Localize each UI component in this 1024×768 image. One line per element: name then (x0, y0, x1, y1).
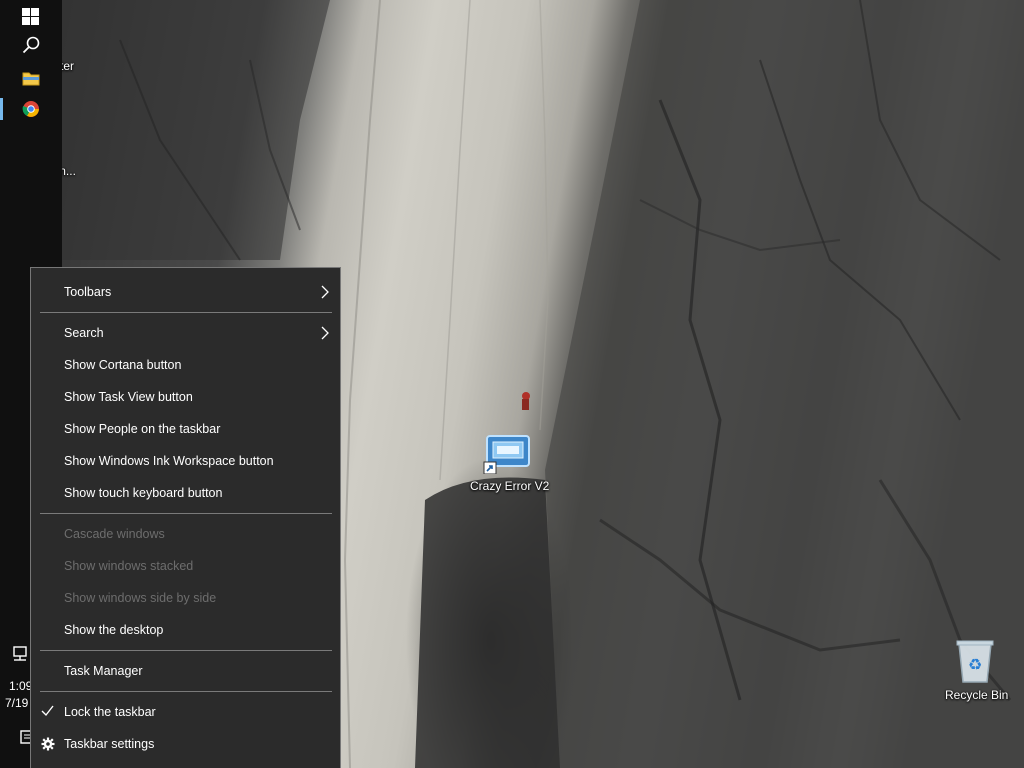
menu-separator (40, 312, 332, 313)
clock-date[interactable]: 7/19 (5, 696, 28, 710)
menu-separator (40, 513, 332, 514)
menu-item-label: Show touch keyboard button (64, 486, 223, 500)
menu-item-label: Search (64, 326, 104, 340)
menu-item-label: Toolbars (64, 285, 112, 299)
menu-separator (40, 650, 332, 651)
menu-item-windows-stacked: Show windows stacked (31, 551, 340, 581)
menu-item-label: Show windows stacked (64, 559, 194, 573)
menu-item-label: Show windows side by side (64, 591, 217, 605)
clock-time[interactable]: 1:09 (9, 679, 32, 693)
menu-item-search[interactable]: Search (31, 318, 340, 348)
chevron-right-icon (321, 326, 329, 340)
start-button[interactable] (0, 0, 62, 32)
menu-item-label: Show Task View button (64, 390, 193, 404)
menu-item-cascade-windows: Cascade windows (31, 519, 340, 549)
crazy-error-label[interactable]: Crazy Error V2 (470, 479, 549, 493)
menu-item-label: Show Windows Ink Workspace button (64, 454, 274, 468)
search-button[interactable] (0, 29, 62, 61)
checkmark-icon (41, 705, 54, 717)
menu-separator (40, 691, 332, 692)
menu-item-label: Lock the taskbar (64, 705, 156, 719)
windows-logo-icon (22, 7, 39, 25)
menu-item-label: Show the desktop (64, 623, 164, 637)
recycle-bin-icon[interactable]: ♻ (956, 638, 994, 689)
chevron-right-icon (321, 285, 329, 299)
menu-item-label: Cascade windows (64, 527, 165, 541)
menu-item-windows-side-by-side: Show windows side by side (31, 583, 340, 613)
menu-item-lock-taskbar[interactable]: Lock the taskbar (31, 697, 340, 727)
taskbar-context-menu: Toolbars Search Show Cortana button Show… (30, 267, 341, 768)
menu-item-label: Show People on the taskbar (64, 422, 221, 436)
network-icon (13, 646, 27, 661)
folder-icon (22, 72, 40, 86)
crazy-error-icon-glyph (483, 435, 530, 475)
recycle-bin-icon-glyph: ♻ (956, 640, 994, 683)
menu-item-task-manager[interactable]: Task Manager (31, 656, 340, 686)
menu-item-toolbars[interactable]: Toolbars (31, 277, 340, 307)
menu-item-label: Taskbar settings (64, 737, 155, 751)
recycle-bin-label[interactable]: Recycle Bin (945, 688, 1008, 702)
menu-item-taskbar-settings[interactable]: Taskbar settings (31, 729, 340, 759)
file-explorer-button[interactable] (0, 62, 62, 94)
menu-item-show-touch-keyboard[interactable]: Show touch keyboard button (31, 478, 340, 508)
menu-item-show-desktop[interactable]: Show the desktop (31, 615, 340, 645)
menu-item-show-task-view[interactable]: Show Task View button (31, 382, 340, 412)
chrome-icon (22, 101, 39, 117)
chrome-button[interactable] (0, 93, 62, 125)
menu-item-show-ink-workspace[interactable]: Show Windows Ink Workspace button (31, 446, 340, 476)
menu-item-label: Task Manager (64, 664, 143, 678)
network-tray-button[interactable] (12, 646, 30, 667)
search-icon (22, 36, 40, 54)
menu-item-label: Show Cortana button (64, 358, 182, 372)
svg-text:♻: ♻ (968, 655, 982, 674)
gear-icon (41, 737, 55, 751)
menu-item-show-cortana[interactable]: Show Cortana button (31, 350, 340, 380)
menu-item-show-people[interactable]: Show People on the taskbar (31, 414, 340, 444)
crazy-error-app-icon[interactable] (483, 434, 533, 479)
